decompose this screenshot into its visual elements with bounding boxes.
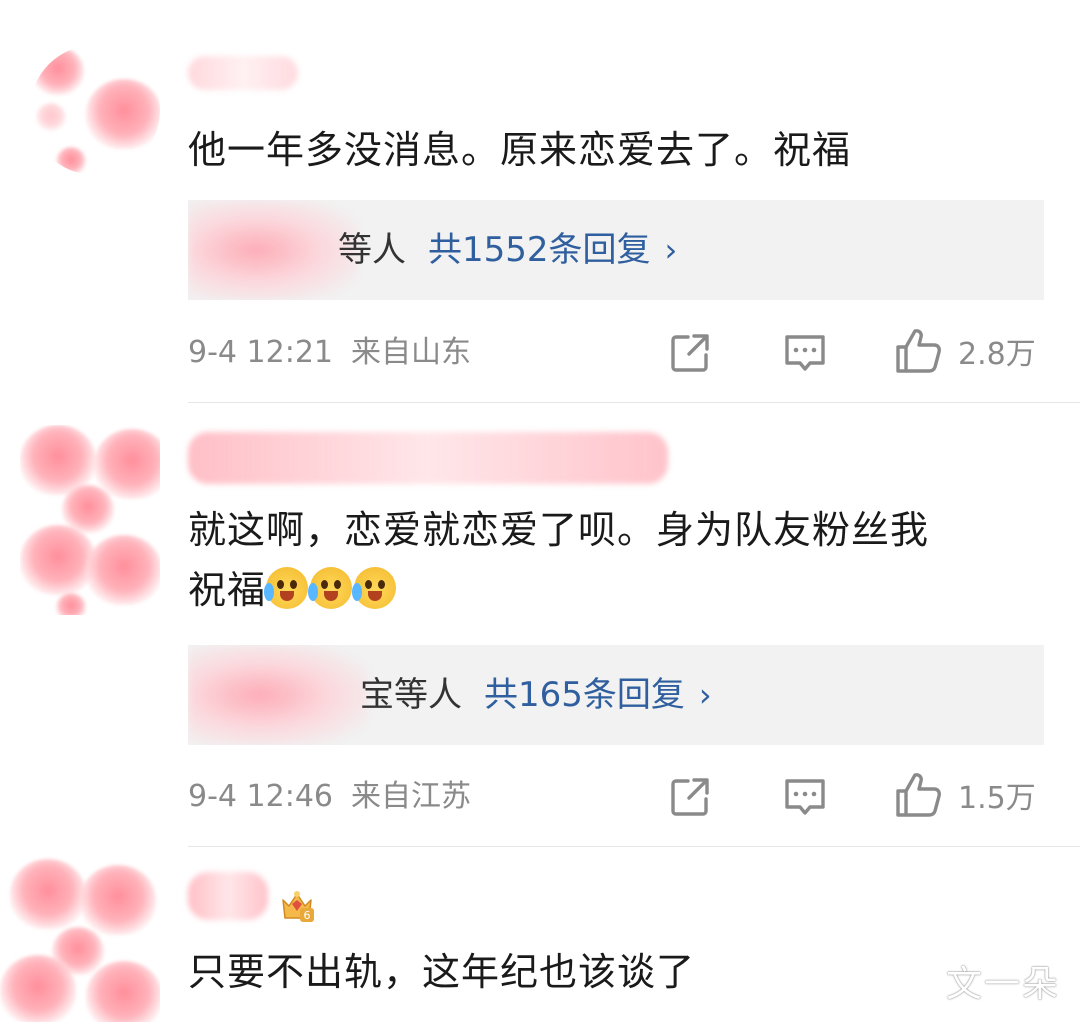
like-count: 1.5万 bbox=[958, 781, 1036, 816]
like-button[interactable]: 1.5万 bbox=[894, 770, 1036, 820]
comment-meta: 9-4 12:21 来自山东 bbox=[188, 328, 471, 378]
reply-summary[interactable]: 等人 共1552条回复 › bbox=[188, 200, 1044, 300]
reply-count-link[interactable]: 共1552条回复 bbox=[428, 230, 651, 270]
comment-icon bbox=[785, 335, 825, 371]
username-blurred[interactable] bbox=[188, 872, 268, 920]
thumbs-up-icon bbox=[896, 773, 941, 817]
crown-badge-icon: 6 bbox=[282, 891, 314, 922]
share-icon bbox=[671, 778, 709, 816]
reply-prefix: 等人 bbox=[338, 230, 406, 270]
like-button[interactable]: 2.8万 bbox=[894, 326, 1036, 376]
thumbs-up-icon bbox=[896, 329, 941, 373]
username-blurred[interactable] bbox=[188, 56, 298, 90]
share-button[interactable] bbox=[668, 328, 712, 378]
timestamp: 9-4 12:46 bbox=[188, 779, 333, 814]
location: 来自江苏 bbox=[351, 779, 471, 814]
like-count: 2.8万 bbox=[958, 337, 1036, 372]
comment-text: 他一年多没消息。原来恋爱去了。祝福 bbox=[188, 128, 852, 172]
comment-icon bbox=[785, 779, 825, 815]
reply-avatars-blurred bbox=[188, 200, 358, 300]
crying-laughing-emoji-icon bbox=[352, 567, 397, 609]
divider bbox=[188, 846, 1080, 847]
comment-text-line2: 祝福 bbox=[188, 560, 1020, 620]
crying-laughing-emoji-icon bbox=[308, 567, 353, 609]
comment-text-line2-words: 祝福 bbox=[188, 568, 267, 612]
reply-prefix: 宝等人 bbox=[360, 675, 462, 715]
share-button[interactable] bbox=[668, 772, 712, 822]
avatar[interactable] bbox=[20, 425, 160, 615]
comment-text: 就这啊，恋爱就恋爱了呗。身为队友粉丝我 祝福 bbox=[188, 500, 1020, 620]
reply-summary[interactable]: 宝等人 共165条回复 › bbox=[188, 645, 1044, 745]
avatar[interactable] bbox=[0, 855, 160, 1022]
location: 来自山东 bbox=[351, 335, 471, 370]
reply-count-link[interactable]: 共165条回复 bbox=[484, 675, 685, 715]
chevron-right-icon: › bbox=[698, 676, 712, 714]
chevron-right-icon: › bbox=[664, 231, 678, 269]
comment-text: 只要不出轨，这年纪也该谈了 bbox=[188, 950, 696, 994]
share-icon bbox=[671, 334, 709, 372]
avatar[interactable] bbox=[30, 45, 160, 175]
divider bbox=[188, 402, 1080, 403]
badge-level: 6 bbox=[304, 909, 311, 922]
comment-feed: 他一年多没消息。原来恋爱去了。祝福 等人 共1552条回复 › 9-4 12:21 来… bbox=[0, 0, 1080, 1022]
username-blurred[interactable] bbox=[188, 432, 668, 484]
timestamp: 9-4 12:21 bbox=[188, 335, 333, 370]
comment-text-line1: 就这啊，恋爱就恋爱了呗。身为队友粉丝我 bbox=[188, 508, 930, 552]
comment-meta: 9-4 12:46 来自江苏 bbox=[188, 772, 471, 822]
watermark: 文一朵 bbox=[945, 964, 1060, 1005]
comment-button[interactable] bbox=[782, 772, 828, 822]
comment-button[interactable] bbox=[782, 328, 828, 378]
crying-laughing-emoji-icon bbox=[264, 567, 309, 609]
reply-avatars-blurred bbox=[188, 645, 368, 745]
